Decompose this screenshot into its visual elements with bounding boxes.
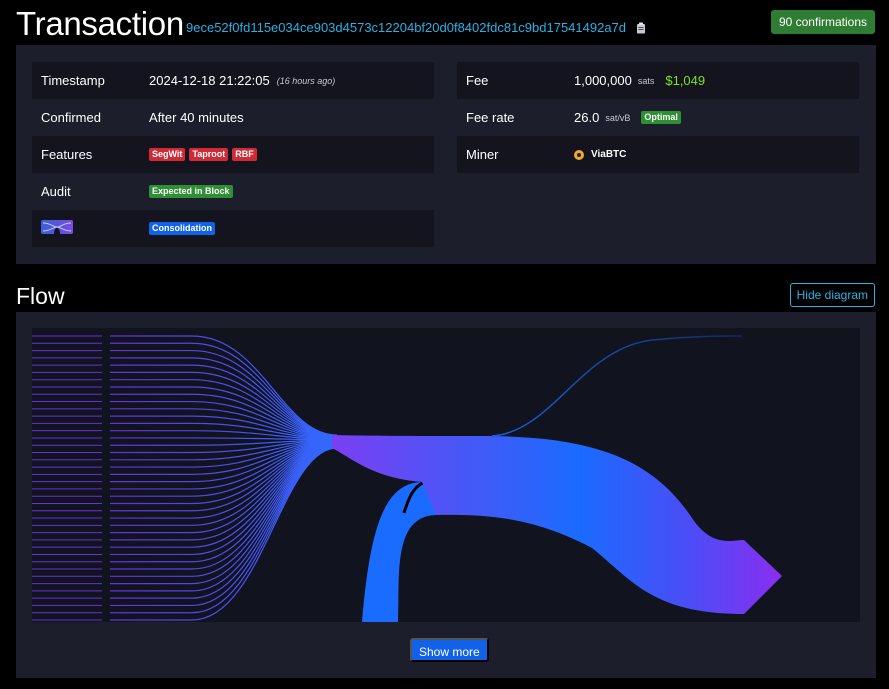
- consolidation-label-cell: [32, 220, 149, 237]
- audit-label: Audit: [41, 184, 71, 199]
- consolidation-value-group: Consolidation: [149, 222, 215, 235]
- audit-tag: Expected in Block: [149, 185, 233, 198]
- details-right-column: Fee 1,000,000 sats $1,049 Fee rate 26.0 …: [457, 62, 859, 173]
- fee-row: Fee 1,000,000 sats $1,049: [457, 62, 859, 99]
- page-title: Transaction: [16, 5, 184, 42]
- fee-unit: sats: [637, 75, 655, 86]
- miner-label: Miner: [466, 147, 499, 162]
- feerate-optimal-tag: Optimal: [641, 111, 681, 124]
- confirmed-label: Confirmed: [41, 110, 101, 125]
- confirmations-badge: 90 confirmations: [770, 10, 875, 34]
- fee-usd: $1,049: [665, 73, 706, 88]
- miner-name[interactable]: ViaBTC: [591, 149, 626, 160]
- input-flow-lines[interactable]: [32, 335, 338, 621]
- timestamp-label: Timestamp: [41, 73, 105, 88]
- txid-link[interactable]: 9ece52f0fd115e034ce903d4573c12204bf20d0f…: [186, 20, 646, 35]
- feature-tag-taproot[interactable]: Taproot: [189, 148, 229, 161]
- confirmed-row: Confirmed After 40 minutes: [32, 99, 434, 136]
- details-left-column: Timestamp 2024-12-18 21:22:05 (16 hours …: [32, 62, 434, 247]
- change-output-line[interactable]: [491, 335, 743, 437]
- features-label: Features: [41, 147, 93, 162]
- features-tags: SegWit Taproot RBF: [149, 148, 257, 161]
- audit-row: Audit Expected in Block: [32, 173, 434, 210]
- show-more-button[interactable]: Show more: [410, 638, 489, 662]
- flow-diagram[interactable]: [32, 328, 860, 622]
- timestamp-value-group: 2024-12-18 21:22:05 (16 hours ago): [149, 73, 335, 88]
- transaction-header: Transaction 9ece52f0fd115e034ce903d4573c…: [16, 4, 875, 44]
- features-row: Features SegWit Taproot RBF: [32, 136, 434, 173]
- clipboard-icon[interactable]: [636, 22, 646, 34]
- feerate-label: Fee rate: [466, 110, 515, 125]
- fee-value-group: 1,000,000 sats $1,049: [574, 73, 705, 88]
- timestamp-row: Timestamp 2024-12-18 21:22:05 (16 hours …: [32, 62, 434, 99]
- flow-diagram-svg[interactable]: [32, 328, 860, 622]
- timestamp-ago: (16 hours ago): [276, 75, 336, 86]
- fee-flow-band[interactable]: [362, 482, 436, 622]
- feerate-row: Fee rate 26.0 sat/vB Optimal: [457, 99, 859, 136]
- flow-panel: Show more: [16, 312, 876, 678]
- feature-tag-segwit[interactable]: SegWit: [149, 148, 186, 161]
- miner-row: Miner ViaBTC: [457, 136, 859, 173]
- feerate-value: 26.0: [574, 110, 600, 125]
- miner-value-group[interactable]: ViaBTC: [574, 149, 626, 160]
- confirmed-value: After 40 minutes: [149, 110, 244, 125]
- timestamp-value: 2024-12-18 21:22:05: [149, 73, 270, 88]
- audit-value-group: Expected in Block: [149, 185, 233, 198]
- consolidation-icon: [41, 220, 73, 234]
- hide-diagram-button[interactable]: Hide diagram: [789, 283, 875, 307]
- feerate-unit: sat/vB: [605, 112, 631, 123]
- fee-label: Fee: [466, 73, 489, 88]
- consolidation-tag: Consolidation: [149, 222, 215, 235]
- details-panel: Timestamp 2024-12-18 21:22:05 (16 hours …: [16, 45, 876, 264]
- fee-value: 1,000,000: [574, 73, 632, 88]
- feature-tag-rbf[interactable]: RBF: [232, 148, 257, 161]
- viabtc-logo-icon: [574, 149, 584, 160]
- feerate-value-group: 26.0 sat/vB Optimal: [574, 110, 681, 125]
- txid-text[interactable]: 9ece52f0fd115e034ce903d4573c12204bf20d0f…: [186, 20, 626, 35]
- input-flow-line[interactable]: [110, 400, 338, 439]
- flow-section-title: Flow: [16, 283, 65, 309]
- consolidation-row: Consolidation: [32, 210, 434, 247]
